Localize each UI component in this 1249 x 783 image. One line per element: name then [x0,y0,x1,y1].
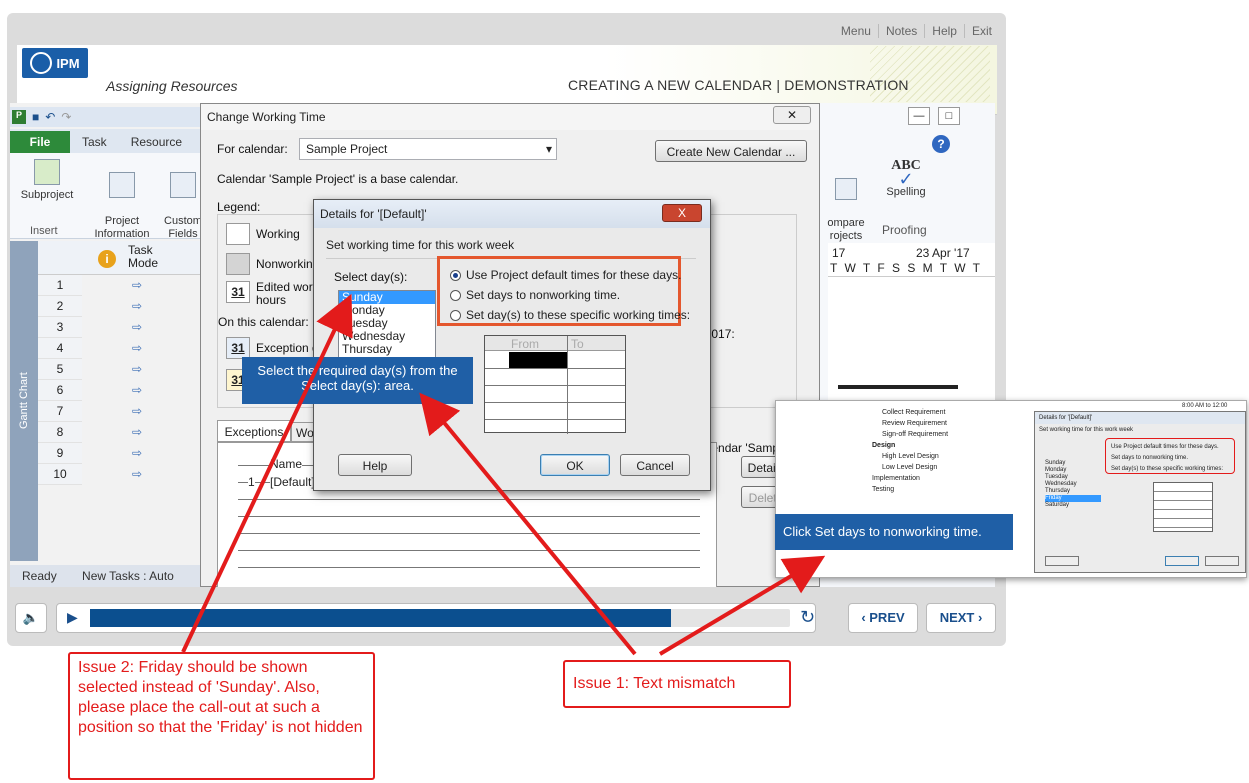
row-number[interactable]: 1 [38,275,82,296]
task-mode-icon: ⇨ [132,404,143,418]
row-number[interactable]: 7 [38,401,82,422]
task-mode-icon: ⇨ [132,299,143,313]
issue2-annotation: Issue 2: Friday should be shown selected… [68,652,375,780]
row-number[interactable]: 4 [38,338,82,359]
task-mode-icon: ⇨ [132,383,143,397]
task-mode-icon: ⇨ [132,278,143,292]
task-mode-icon: ⇨ [132,320,143,334]
task-mode-icon: ⇨ [132,446,143,460]
row-number[interactable]: 5 [38,359,82,380]
row-number[interactable]: 10 [38,464,82,485]
issue1-annotation: Issue 1: Text mismatch [563,660,791,708]
row-number[interactable]: 6 [38,380,82,401]
task-mode-icon: ⇨ [132,341,143,355]
arrow-issue2 [181,293,353,653]
row-number[interactable]: 9 [38,443,82,464]
row-number[interactable]: 8 [38,422,82,443]
row-number[interactable]: 2 [38,296,82,317]
arrow-issue1-b [658,555,826,656]
task-mode-icon: ⇨ [132,425,143,439]
row-number[interactable]: 3 [38,317,82,338]
task-mode-icon: ⇨ [132,467,143,481]
arrow-issue1-a [419,392,637,656]
task-mode-icon: ⇨ [132,362,143,376]
